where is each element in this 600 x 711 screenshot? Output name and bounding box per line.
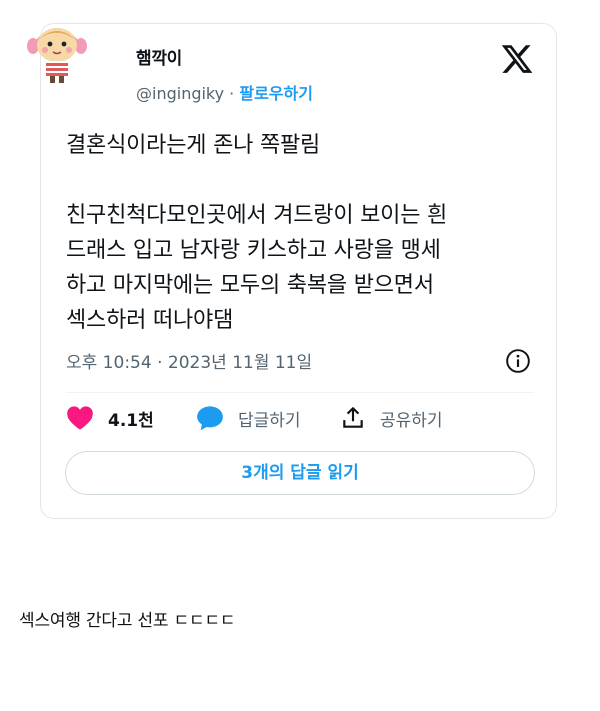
action-bar: 4.1천 답글하기 공유하기 (66, 405, 536, 435)
heart-icon (67, 406, 93, 430)
speech-bubble-icon (197, 406, 223, 431)
handle[interactable]: @ingingiky (136, 84, 224, 103)
share-button[interactable]: 공유하기 (340, 405, 443, 431)
avatar[interactable] (24, 16, 90, 84)
share-label: 공유하기 (380, 410, 443, 431)
separator: · (224, 84, 240, 103)
timestamp[interactable]: 오후 10:54 · 2023년 11월 11일 (66, 348, 312, 373)
like-button[interactable]: 4.1천 (66, 405, 154, 431)
follow-link[interactable]: 팔로우하기 (239, 84, 313, 103)
tweet-text: 결혼식이라는게 존나 쪽팔림 친구친척다모인곳에서 겨드랑이 보이는 흰 드래스… (66, 128, 536, 338)
divider (66, 392, 534, 393)
reply-button[interactable]: 답글하기 (196, 405, 301, 431)
display-name[interactable]: 햄깍이 (136, 44, 182, 69)
x-logo-icon[interactable] (500, 42, 534, 76)
caption: 섹스여행 간다고 선포 ㄷㄷㄷㄷ (19, 611, 236, 631)
like-count: 4.1천 (108, 410, 154, 431)
info-icon[interactable] (505, 348, 531, 374)
share-icon (343, 407, 363, 428)
tweet-paragraph: 친구친척다모인곳에서 겨드랑이 보이는 흰 드래스 입고 남자랑 키스하고 사랑… (66, 203, 448, 333)
tweet-paragraph: 결혼식이라는게 존나 쪽팔림 (66, 133, 321, 158)
reply-label: 답글하기 (238, 410, 301, 431)
handle-row: @ingingiky · 팔로우하기 (136, 80, 313, 104)
read-replies-button[interactable]: 3개의 답글 읽기 (65, 451, 535, 495)
